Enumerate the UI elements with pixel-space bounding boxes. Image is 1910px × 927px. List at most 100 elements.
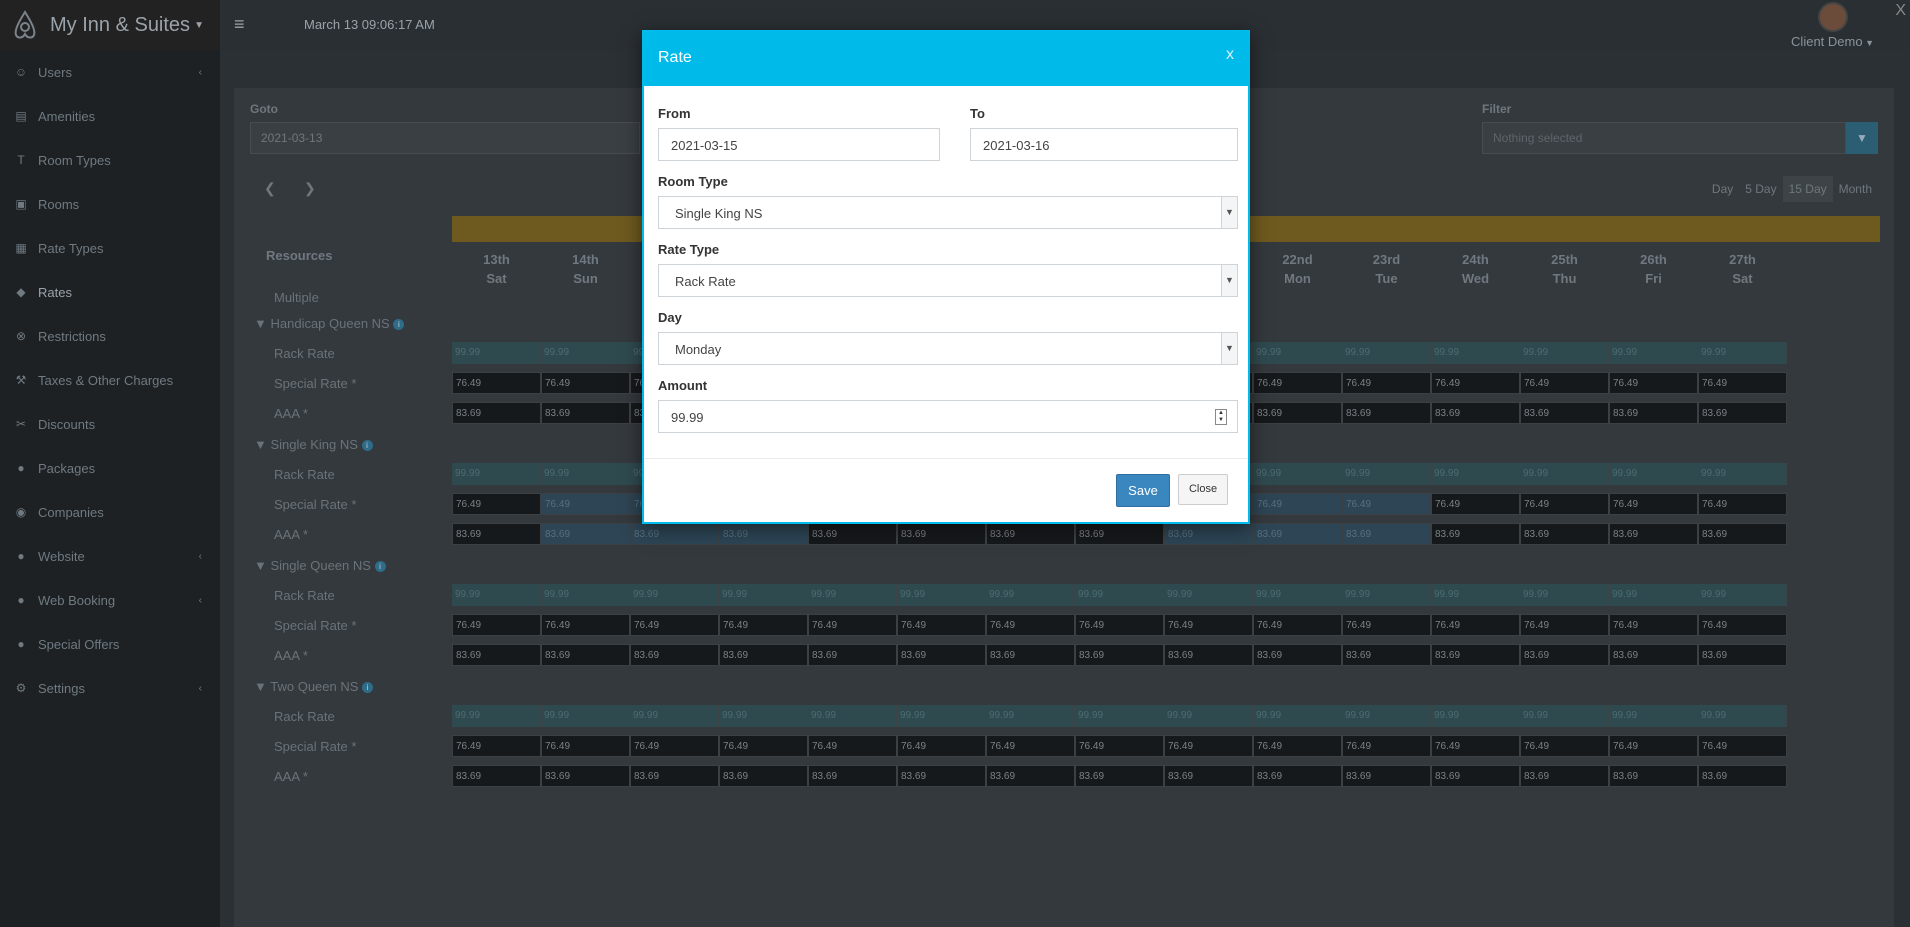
info-icon[interactable]: i <box>374 561 386 572</box>
rate-cell[interactable]: 99.99 <box>1609 463 1698 485</box>
rate-cell[interactable]: 76.49 <box>1342 614 1431 636</box>
rate-cell[interactable]: 99.99 <box>1431 705 1520 727</box>
rate-cell[interactable]: 99.99 <box>1342 584 1431 606</box>
rate-cell[interactable]: 76.49 <box>452 735 541 757</box>
rate-cell[interactable]: 76.49 <box>1609 493 1698 515</box>
rate-cell[interactable]: 83.69 <box>1698 523 1787 545</box>
rate-cell[interactable]: 76.49 <box>808 614 897 636</box>
rate-cell[interactable]: 76.49 <box>1698 493 1787 515</box>
view-5-day-button[interactable]: 5 Day <box>1739 176 1782 202</box>
rate-cell[interactable]: 76.49 <box>452 372 541 394</box>
rate-cell[interactable]: 83.69 <box>541 765 630 787</box>
rate-cell[interactable]: 83.69 <box>986 644 1075 666</box>
rate-cell[interactable]: 83.69 <box>1609 402 1698 424</box>
rate-cell[interactable]: 99.99 <box>808 584 897 606</box>
rate-cell[interactable]: 76.49 <box>1342 735 1431 757</box>
rate-cell[interactable]: 83.69 <box>1431 765 1520 787</box>
rate-cell[interactable]: 99.99 <box>719 705 808 727</box>
rate-cell[interactable]: 83.69 <box>808 765 897 787</box>
rate-cell[interactable]: 76.49 <box>1520 735 1609 757</box>
rate-cell[interactable]: 99.99 <box>1253 584 1342 606</box>
rate-cell[interactable]: 83.69 <box>719 644 808 666</box>
rate-cell[interactable]: 83.69 <box>1431 644 1520 666</box>
sidebar-item-packages[interactable]: ● Packages <box>0 446 220 490</box>
sidebar-item-discounts[interactable]: ✂ Discounts <box>0 402 220 446</box>
rate-cell[interactable]: 83.69 <box>630 765 719 787</box>
prev-arrow-icon[interactable]: ❮ <box>264 180 276 197</box>
rate-cell[interactable]: 76.49 <box>1253 493 1342 515</box>
sidebar-item-restrictions[interactable]: ⊗ Restrictions <box>0 314 220 358</box>
rate-cell[interactable]: 76.49 <box>1520 372 1609 394</box>
sidebar-item-rates[interactable]: ◆ Rates <box>0 270 220 314</box>
sidebar-item-rooms[interactable]: ▣ Rooms <box>0 182 220 226</box>
rate-cell[interactable]: 83.69 <box>1164 765 1253 787</box>
rate-cell[interactable]: 83.69 <box>1342 402 1431 424</box>
rate-cell[interactable]: 99.99 <box>1164 584 1253 606</box>
rate-cell[interactable]: 99.99 <box>1698 463 1787 485</box>
rate-cell[interactable]: 83.69 <box>1431 402 1520 424</box>
rate-cell[interactable]: 76.49 <box>1609 372 1698 394</box>
rate-cell[interactable]: 76.49 <box>808 735 897 757</box>
rate-cell[interactable]: 76.49 <box>1520 614 1609 636</box>
room-type-select[interactable]: Single King NS ▼ <box>658 196 1238 229</box>
rate-cell[interactable]: 83.69 <box>1609 765 1698 787</box>
rate-cell[interactable]: 76.49 <box>1698 614 1787 636</box>
rate-cell[interactable]: 99.99 <box>719 584 808 606</box>
rate-cell[interactable]: 99.99 <box>986 584 1075 606</box>
rate-cell[interactable]: 76.49 <box>1520 493 1609 515</box>
rate-cell[interactable]: 83.69 <box>541 523 630 545</box>
rate-cell[interactable]: 76.49 <box>719 614 808 636</box>
rate-cell[interactable]: 99.99 <box>630 584 719 606</box>
rate-cell[interactable]: 99.99 <box>897 584 986 606</box>
rate-cell[interactable]: 83.69 <box>1253 765 1342 787</box>
rate-cell[interactable]: 76.49 <box>452 614 541 636</box>
rate-cell[interactable]: 99.99 <box>630 705 719 727</box>
rate-cell[interactable]: 99.99 <box>541 584 630 606</box>
rate-cell[interactable]: 99.99 <box>452 705 541 727</box>
rate-cell[interactable]: 83.69 <box>808 523 897 545</box>
sidebar-item-companies[interactable]: ◉ Companies <box>0 490 220 534</box>
rate-cell[interactable]: 83.69 <box>1520 644 1609 666</box>
rate-cell[interactable]: 83.69 <box>1342 644 1431 666</box>
rate-cell[interactable]: 99.99 <box>1253 342 1342 364</box>
next-arrow-icon[interactable]: ❯ <box>304 180 316 197</box>
rate-cell[interactable]: 76.49 <box>1609 614 1698 636</box>
view-month-button[interactable]: Month <box>1833 176 1878 202</box>
info-icon[interactable]: i <box>362 682 374 693</box>
rate-cell[interactable]: 99.99 <box>1431 463 1520 485</box>
rate-cell[interactable]: 76.49 <box>1609 735 1698 757</box>
rate-cell[interactable]: 83.69 <box>1520 765 1609 787</box>
sidebar-item-web-booking[interactable]: ● Web Booking ‹ <box>0 578 220 622</box>
rate-cell[interactable]: 83.69 <box>1520 402 1609 424</box>
collapse-triangle-icon[interactable]: ▼ <box>254 437 270 452</box>
rate-cell[interactable]: 99.99 <box>1253 705 1342 727</box>
rate-cell[interactable]: 83.69 <box>452 523 541 545</box>
room-group-header[interactable]: ▼ Handicap Queen NS i <box>254 316 405 331</box>
user-menu[interactable]: Client Demo ▼ <box>1791 2 1874 49</box>
rate-cell[interactable]: 76.49 <box>1253 735 1342 757</box>
info-icon[interactable]: i <box>393 319 405 330</box>
rate-cell[interactable]: 76.49 <box>541 493 630 515</box>
view-15-day-button[interactable]: 15 Day <box>1782 176 1833 202</box>
rate-cell[interactable]: 76.49 <box>1342 372 1431 394</box>
rate-type-select[interactable]: Rack Rate ▼ <box>658 264 1238 297</box>
rate-cell[interactable]: 83.69 <box>1609 523 1698 545</box>
rate-cell[interactable]: 76.49 <box>897 735 986 757</box>
rate-cell[interactable]: 83.69 <box>1342 765 1431 787</box>
rate-cell[interactable]: 83.69 <box>541 644 630 666</box>
sidebar-item-website[interactable]: ● Website ‹ <box>0 534 220 578</box>
rate-cell[interactable]: 76.49 <box>1253 372 1342 394</box>
rate-cell[interactable]: 83.69 <box>897 523 986 545</box>
collapse-triangle-icon[interactable]: ▼ <box>254 558 270 573</box>
sidebar-item-special-offers[interactable]: ● Special Offers <box>0 622 220 666</box>
collapse-triangle-icon[interactable]: ▼ <box>254 316 270 331</box>
sidebar-item-users[interactable]: ☺ Users ‹ <box>0 50 220 94</box>
sidebar-item-amenities[interactable]: ▤ Amenities <box>0 94 220 138</box>
rate-cell[interactable]: 99.99 <box>452 463 541 485</box>
rate-cell[interactable]: 99.99 <box>1609 705 1698 727</box>
room-group-header[interactable]: ▼ Two Queen NS i <box>254 679 374 694</box>
rate-cell[interactable]: 83.69 <box>1520 523 1609 545</box>
rate-cell[interactable]: 99.99 <box>1520 584 1609 606</box>
rate-cell[interactable]: 83.69 <box>1075 523 1164 545</box>
rate-cell[interactable]: 83.69 <box>1698 765 1787 787</box>
